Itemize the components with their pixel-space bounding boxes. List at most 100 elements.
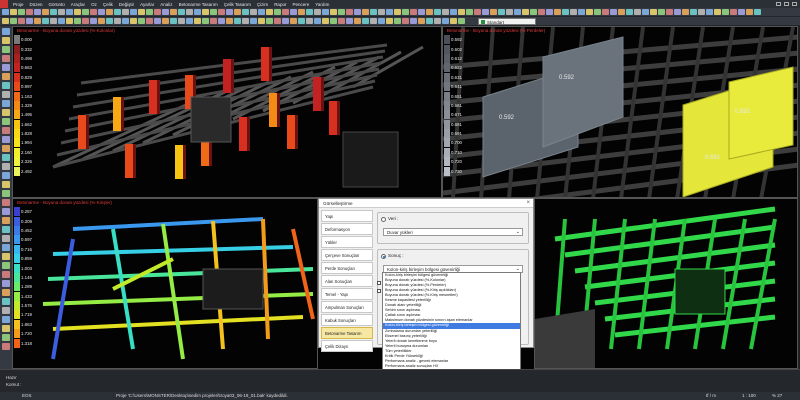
toolbar-button-icon[interactable] [370,18,377,24]
toolbar-button-icon[interactable] [314,9,321,15]
toolbar-button-icon[interactable] [634,9,641,15]
toolbar-button-icon[interactable] [410,18,417,24]
tool-button-icon[interactable] [2,154,10,161]
toolbar-button-icon[interactable] [354,18,361,24]
tool-button-icon[interactable] [2,145,10,152]
toolbar-button-icon[interactable] [258,9,265,15]
toolbar-button-icon[interactable] [290,9,297,15]
toolbar-button-icon[interactable] [26,9,33,15]
tool-button-icon[interactable] [2,172,10,179]
option-checkbox[interactable] [377,281,381,285]
toolbar-button-icon[interactable] [610,9,617,15]
viewport-joint-check[interactable] [534,198,798,369]
menu-pencere[interactable]: Pencere [289,2,312,7]
toolbar-button-icon[interactable] [274,9,281,15]
toolbar-button-icon[interactable] [434,18,441,24]
toolbar-button-icon[interactable] [266,9,273,15]
toolbar-button-icon[interactable] [218,18,225,24]
toolbar-button-icon[interactable] [490,9,497,15]
toolbar-button-icon[interactable] [74,18,81,24]
toolbar-button-icon[interactable] [282,18,289,24]
toolbar-button-icon[interactable] [506,9,513,15]
option-checkbox[interactable] [377,289,381,293]
toolbar-button-icon[interactable] [186,9,193,15]
toolbar-button-icon[interactable] [690,9,697,15]
toolbar-button-icon[interactable] [154,18,161,24]
menu-proje[interactable]: Proje [10,2,27,7]
toolbar-button-icon[interactable] [186,18,193,24]
toolbar-button-icon[interactable] [746,9,753,15]
tab-deformasyon[interactable]: Deformasyon [321,223,373,235]
toolbar-button-icon[interactable] [514,9,521,15]
toolbar-button-icon[interactable] [314,18,321,24]
toolbar-button-icon[interactable] [82,9,89,15]
menu-ayarlar[interactable]: Ayarlar [137,2,157,7]
toolbar-button-icon[interactable] [202,9,209,15]
toolbar-button-icon[interactable] [474,9,481,15]
toolbar-button-icon[interactable] [194,18,201,24]
tool-button-icon[interactable] [2,91,10,98]
toolbar-button-icon[interactable] [258,18,265,24]
toolbar-button-icon[interactable] [354,9,361,15]
tool-button-icon[interactable] [2,82,10,89]
toolbar-button-icon[interactable] [114,18,121,24]
toolbar-button-icon[interactable] [2,18,9,24]
tool-button-icon[interactable] [2,253,10,260]
toolbar-button-icon[interactable] [330,9,337,15]
tool-button-icon[interactable] [2,181,10,188]
toolbar-button-icon[interactable] [482,9,489,15]
toolbar-button-icon[interactable] [450,9,457,15]
tool-button-icon[interactable] [2,199,10,206]
tool-button-icon[interactable] [2,217,10,224]
tool-button-icon[interactable] [2,100,10,107]
tool-button-icon[interactable] [2,244,10,251]
toolbar-button-icon[interactable] [130,18,137,24]
menu-degistir[interactable]: Değiştir [116,2,137,7]
toolbar-button-icon[interactable] [122,9,129,15]
toolbar-button-icon[interactable] [34,9,41,15]
toolbar-button-icon[interactable] [394,18,401,24]
toolbar-button-icon[interactable] [618,9,625,15]
toolbar-button-icon[interactable] [194,9,201,15]
toolbar-button-icon[interactable] [330,18,337,24]
toolbar-button-icon[interactable] [306,18,313,24]
toolbar-button-icon[interactable] [378,18,385,24]
toolbar-button-icon[interactable] [106,9,113,15]
toolbar-button-icon[interactable] [418,18,425,24]
toolbar-button-icon[interactable] [698,9,705,15]
toolbar-button-icon[interactable] [298,18,305,24]
toolbar-button-icon[interactable] [162,9,169,15]
tool-button-icon[interactable] [2,46,10,53]
toolbar-button-icon[interactable] [170,18,177,24]
status-zoom[interactable]: % 27 [772,392,782,400]
toolbar-button-icon[interactable] [730,9,737,15]
toolbar-button-icon[interactable] [722,9,729,15]
tab-betonarme-tasarim[interactable]: Betonarme Tasarım [321,327,373,339]
toolbar-button-icon[interactable] [370,9,377,15]
tool-button-icon[interactable] [2,64,10,71]
toolbar-button-icon[interactable] [578,9,585,15]
menu-celik[interactable]: Çelik [100,2,116,7]
menu-cizim[interactable]: Çizim [254,2,271,7]
toolbar-button-icon[interactable] [210,18,217,24]
toolbar-button-icon[interactable] [442,18,449,24]
toolbar-button-icon[interactable] [410,9,417,15]
toolbar-button-icon[interactable] [650,9,657,15]
tool-button-icon[interactable] [2,55,10,62]
tab-yapi[interactable]: Yapı [321,210,373,222]
toolbar-button-icon[interactable] [154,9,161,15]
toolbar-button-icon[interactable] [450,18,457,24]
toolbar-button-icon[interactable] [386,18,393,24]
toolbar-button-icon[interactable] [42,9,49,15]
tool-button-icon[interactable] [2,28,10,35]
toolbar-button-icon[interactable] [442,9,449,15]
toolbar-button-icon[interactable] [90,18,97,24]
toolbar-button-icon[interactable] [66,9,73,15]
toolbar-button-icon[interactable] [338,9,345,15]
toolbar-button-icon[interactable] [602,9,609,15]
toolbar-button-icon[interactable] [378,9,385,15]
style-select[interactable]: Standart [478,18,536,25]
menu-oz[interactable]: Oz [88,2,100,7]
tool-button-icon[interactable] [2,343,10,350]
toolbar-button-icon[interactable] [98,18,105,24]
